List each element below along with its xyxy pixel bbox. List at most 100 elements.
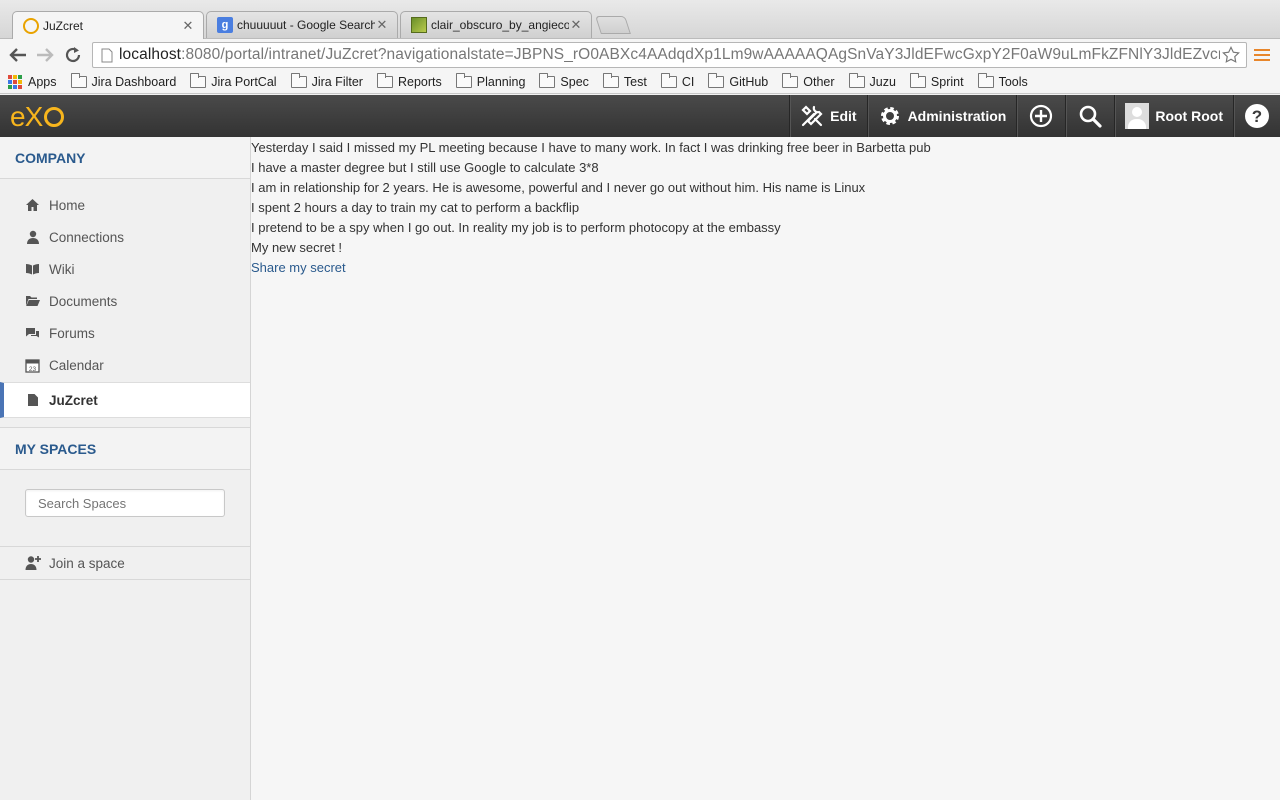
- sidebar-item-label: Home: [49, 197, 86, 213]
- left-sidebar: COMPANY Home Connections Wiki Documents …: [0, 137, 251, 800]
- search-button[interactable]: [1065, 95, 1114, 137]
- bookmark-folder[interactable]: Spec: [539, 72, 589, 89]
- bookmark-folder[interactable]: Planning: [455, 72, 526, 89]
- sidebar-item-label: Forums: [49, 325, 95, 341]
- folder-icon: [602, 72, 619, 88]
- search-spaces-input[interactable]: [25, 489, 225, 517]
- bookmark-label: CI: [681, 74, 695, 89]
- avatar: [1125, 103, 1150, 129]
- administration-button[interactable]: Administration: [866, 95, 1017, 137]
- edit-button[interactable]: Edit: [789, 95, 866, 137]
- url-host: localhost: [119, 46, 182, 63]
- sidebar-item-documents[interactable]: Documents: [0, 285, 250, 317]
- apps-grid-icon: [8, 74, 22, 89]
- bookmark-folder[interactable]: Jira PortCal: [190, 72, 277, 89]
- logo-text: eX: [10, 101, 43, 132]
- browser-toolbar: localhost:8080/portal/intranet/JuZcret?n…: [0, 38, 1280, 70]
- bookmark-label: Reports: [397, 74, 442, 89]
- bookmark-folder[interactable]: Jira Filter: [290, 72, 363, 89]
- new-tab-button[interactable]: [595, 16, 631, 34]
- gear-icon: [880, 107, 899, 125]
- search-icon: [1080, 105, 1102, 128]
- administration-label: Administration: [907, 108, 1007, 124]
- bookmark-folder[interactable]: Juzu: [848, 72, 896, 89]
- join-space-label: Join a space: [49, 555, 125, 571]
- folder-icon: [660, 72, 677, 88]
- reload-button[interactable]: [61, 43, 85, 67]
- browser-tab-image[interactable]: clair_obscuro_by_angiecolo ✕: [400, 11, 592, 38]
- file-icon: [25, 393, 40, 408]
- close-icon[interactable]: ✕: [181, 18, 195, 33]
- svg-text:?: ?: [1252, 107, 1262, 126]
- folder-icon: [848, 72, 865, 88]
- address-bar[interactable]: localhost:8080/portal/intranet/JuZcret?n…: [92, 42, 1247, 68]
- search-spaces-wrapper: [0, 470, 250, 547]
- sidebar-item-calendar[interactable]: 23 Calendar: [0, 349, 250, 381]
- folder-icon: [70, 72, 87, 88]
- page-icon: [101, 48, 113, 62]
- tab-title: JuZcret: [43, 18, 84, 33]
- browser-tab-strip: JuZcret ✕ g chuuuuut - Google Search ✕ c…: [0, 0, 1280, 39]
- tab-title: chuuuuut - Google Search: [237, 18, 375, 32]
- browser-menu-icon[interactable]: [1254, 47, 1270, 63]
- back-button[interactable]: [6, 43, 30, 67]
- calendar-icon: 23: [25, 358, 40, 373]
- secret-item: I pretend to be a spy when I go out. In …: [251, 220, 781, 235]
- exo-logo[interactable]: eX: [10, 101, 65, 133]
- url-path: :8080/portal/intranet/JuZcret?navigation…: [181, 46, 1220, 63]
- folder-icon: [539, 72, 556, 88]
- bookmark-folder[interactable]: Other: [782, 72, 835, 89]
- bookmark-folder[interactable]: GitHub: [708, 72, 769, 89]
- bookmark-folder[interactable]: Sprint: [909, 72, 964, 89]
- sidebar-item-connections[interactable]: Connections: [0, 221, 250, 253]
- sidebar-item-label: Documents: [49, 293, 118, 309]
- secret-item: Yesterday I said I missed my PL meeting …: [251, 140, 931, 155]
- bookmark-label: Apps: [28, 74, 57, 89]
- reload-icon: [65, 47, 81, 63]
- join-space-link[interactable]: Join a space: [0, 547, 250, 580]
- bookmark-apps[interactable]: Apps: [8, 74, 57, 89]
- sidebar-item-forums[interactable]: Forums: [0, 317, 250, 349]
- sidebar-item-wiki[interactable]: Wiki: [0, 253, 250, 285]
- close-icon[interactable]: ✕: [569, 18, 583, 32]
- sidebar-item-juzcret[interactable]: JuZcret: [0, 382, 250, 418]
- add-button[interactable]: [1016, 95, 1065, 137]
- main-content: Yesterday I said I missed my PL meeting …: [251, 137, 1280, 800]
- folder-icon: [782, 72, 799, 88]
- folder-icon: [977, 72, 994, 88]
- edit-label: Edit: [830, 108, 857, 124]
- add-user-icon: [25, 555, 41, 571]
- bookmark-folder[interactable]: Reports: [376, 72, 442, 89]
- tab-title: clair_obscuro_by_angiecolo: [431, 18, 569, 32]
- bookmark-star-icon[interactable]: [1220, 46, 1242, 64]
- bookmark-folder[interactable]: Tools: [977, 72, 1028, 89]
- help-button[interactable]: ?: [1233, 95, 1280, 137]
- forward-button[interactable]: [33, 43, 57, 67]
- bookmark-label: Jira PortCal: [211, 74, 277, 89]
- close-icon[interactable]: ✕: [375, 18, 389, 32]
- browser-tab-juzcret[interactable]: JuZcret ✕: [12, 11, 204, 39]
- user-name: Root Root: [1155, 108, 1223, 124]
- bookmark-label: Juzu: [869, 74, 896, 89]
- folder-icon: [708, 72, 725, 88]
- bookmark-folder[interactable]: Test: [602, 72, 647, 89]
- arrow-left-icon: [9, 48, 26, 62]
- user-menu[interactable]: Root Root: [1114, 95, 1233, 137]
- exo-toolbar: eX Edit Administration Root Root ?: [0, 95, 1280, 137]
- bookmark-label: Planning: [476, 74, 526, 89]
- browser-tab-google[interactable]: g chuuuuut - Google Search ✕: [206, 11, 398, 38]
- arrow-right-icon: [37, 48, 54, 62]
- share-secret-link[interactable]: Share my secret: [251, 258, 1280, 278]
- sidebar-item-home[interactable]: Home: [0, 189, 250, 221]
- help-icon: ?: [1245, 104, 1269, 128]
- logo-ring-icon: [44, 107, 65, 127]
- secret-item: I spent 2 hours a day to train my cat to…: [251, 200, 580, 215]
- secret-item: I am in relationship for 2 years. He is …: [251, 180, 866, 195]
- folder-icon: [455, 72, 472, 88]
- bookmark-label: GitHub: [729, 74, 769, 89]
- bookmark-folder[interactable]: CI: [660, 72, 695, 89]
- sidebar-item-label: Wiki: [49, 261, 75, 277]
- secret-list: Yesterday I said I missed my PL meeting …: [251, 137, 1280, 258]
- bookmark-folder[interactable]: Jira Dashboard: [70, 72, 176, 89]
- user-icon: [25, 230, 40, 245]
